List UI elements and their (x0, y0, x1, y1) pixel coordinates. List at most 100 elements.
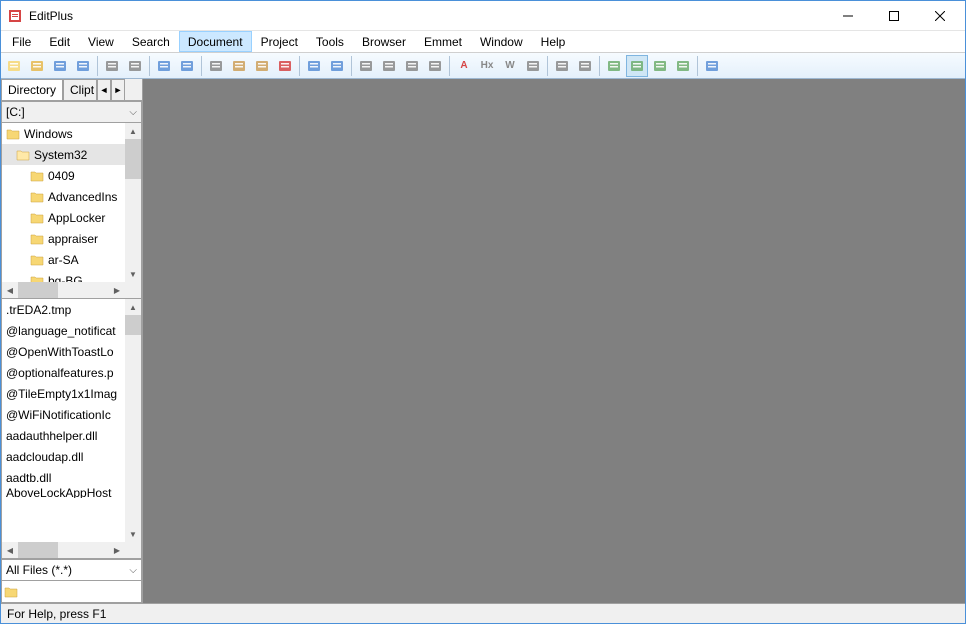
view3-icon[interactable] (649, 55, 671, 77)
menu-emmet[interactable]: Emmet (415, 31, 471, 52)
tab-scroll-right[interactable]: ► (111, 79, 125, 100)
folder-item[interactable]: bg-BG (2, 270, 125, 282)
scroll-up-icon[interactable]: ▲ (125, 123, 141, 139)
toolbar-separator (599, 56, 600, 76)
folder-item[interactable]: AppLocker (2, 207, 125, 228)
folder-item[interactable]: Windows (2, 123, 125, 144)
maximize-button[interactable] (871, 1, 917, 31)
titlebar[interactable]: EditPlus (1, 1, 965, 31)
scroll-up-icon[interactable]: ▲ (125, 299, 141, 315)
file-item[interactable]: @optionalfeatures.p (2, 362, 125, 383)
file-item[interactable]: aadtb.dll (2, 467, 125, 488)
view2-icon[interactable] (626, 55, 648, 77)
menu-edit[interactable]: Edit (40, 31, 79, 52)
indent-icon[interactable] (522, 55, 544, 77)
menu-browser[interactable]: Browser (353, 31, 415, 52)
replace-icon[interactable] (378, 55, 400, 77)
scroll-left-icon[interactable]: ◀ (2, 542, 18, 558)
file-vscroll[interactable]: ▲ ▼ (125, 299, 141, 542)
folder-item[interactable]: ar-SA (2, 249, 125, 270)
browser-icon[interactable] (176, 55, 198, 77)
file-item[interactable]: aadcloudap.dll (2, 446, 125, 467)
toolbar-separator (201, 56, 202, 76)
scroll-down-icon[interactable]: ▼ (125, 266, 141, 282)
toolbar-separator (97, 56, 98, 76)
file-item[interactable]: .trEDA2.tmp (2, 299, 125, 320)
chevron-down-icon: ⌵ (129, 107, 137, 118)
folder-item[interactable]: System32 (2, 144, 125, 165)
paste-icon[interactable] (251, 55, 273, 77)
folder-icon (30, 233, 44, 245)
delete-icon[interactable] (274, 55, 296, 77)
file-item[interactable]: @OpenWithToastLo (2, 341, 125, 362)
folder-label: appraiser (48, 232, 98, 246)
print-preview-icon[interactable] (124, 55, 146, 77)
menu-tools[interactable]: Tools (307, 31, 353, 52)
scroll-down-icon[interactable]: ▼ (125, 526, 141, 542)
wrap-icon[interactable]: W (499, 55, 521, 77)
menu-help[interactable]: Help (532, 31, 575, 52)
toggle-panel-icon[interactable] (153, 55, 175, 77)
goto-icon[interactable] (401, 55, 423, 77)
new-file-icon[interactable] (3, 55, 25, 77)
minimize-button[interactable] (825, 1, 871, 31)
scroll-right-icon[interactable]: ▶ (109, 282, 125, 298)
file-item[interactable]: @WiFiNotificationIc (2, 404, 125, 425)
bookmark-icon[interactable] (424, 55, 446, 77)
view1-icon[interactable] (603, 55, 625, 77)
folder-icon (30, 191, 44, 203)
menu-view[interactable]: View (79, 31, 123, 52)
folder-item[interactable]: appraiser (2, 228, 125, 249)
file-list-pane: .trEDA2.tmp@language_notificat@OpenWithT… (1, 299, 142, 559)
statusbar: For Help, press F1 (1, 603, 965, 623)
redo-icon[interactable] (326, 55, 348, 77)
file-item[interactable]: @TileEmpty1x1Imag (2, 383, 125, 404)
file-item[interactable]: AboveLockAppHost (2, 488, 125, 498)
save-icon[interactable] (49, 55, 71, 77)
dir-vscroll[interactable]: ▲ ▼ (125, 123, 141, 282)
tab-scroll-left[interactable]: ◄ (97, 79, 111, 100)
menu-search[interactable]: Search (123, 31, 179, 52)
gear-icon[interactable] (574, 55, 596, 77)
copy-icon[interactable] (228, 55, 250, 77)
open-icon[interactable] (26, 55, 48, 77)
help-icon[interactable] (701, 55, 723, 77)
close-button[interactable] (917, 1, 963, 31)
folder-item[interactable]: AdvancedIns (2, 186, 125, 207)
settings-icon[interactable] (551, 55, 573, 77)
font-icon[interactable]: A (453, 55, 475, 77)
save-all-icon[interactable] (72, 55, 94, 77)
toolbar-separator (299, 56, 300, 76)
hex-icon[interactable]: Hx (476, 55, 498, 77)
scroll-left-icon[interactable]: ◀ (2, 282, 18, 298)
tab-directory[interactable]: Directory (1, 79, 63, 100)
file-item[interactable]: @language_notificat (2, 320, 125, 341)
menu-project[interactable]: Project (252, 31, 307, 52)
view4-icon[interactable] (672, 55, 694, 77)
folder-icon (4, 586, 18, 598)
dir-hscroll[interactable]: ◀ ▶ (2, 282, 125, 298)
scroll-right-icon[interactable]: ▶ (109, 542, 125, 558)
editor-area[interactable] (143, 79, 965, 603)
folder-icon (16, 149, 30, 161)
folder-icon (6, 128, 20, 140)
file-item[interactable]: aadauthhelper.dll (2, 425, 125, 446)
tab-cliptext[interactable]: Clipt (63, 79, 97, 100)
cut-icon[interactable] (205, 55, 227, 77)
file-hscroll[interactable]: ◀ ▶ (2, 542, 125, 558)
folder-label: ar-SA (48, 253, 79, 267)
toolbar-separator (449, 56, 450, 76)
print-icon[interactable] (101, 55, 123, 77)
find-icon[interactable] (355, 55, 377, 77)
menu-document[interactable]: Document (179, 31, 252, 52)
undo-icon[interactable] (303, 55, 325, 77)
drive-combo[interactable]: [C:] ⌵ (1, 101, 142, 123)
menu-window[interactable]: Window (471, 31, 532, 52)
file-filter-combo[interactable]: All Files (*.*) ⌵ (1, 559, 142, 581)
folder-icon (30, 212, 44, 224)
folder-icon (30, 254, 44, 266)
folder-item[interactable]: 0409 (2, 165, 125, 186)
menu-file[interactable]: File (3, 31, 40, 52)
path-bar[interactable] (1, 581, 142, 603)
filter-label: All Files (*.*) (6, 563, 72, 577)
